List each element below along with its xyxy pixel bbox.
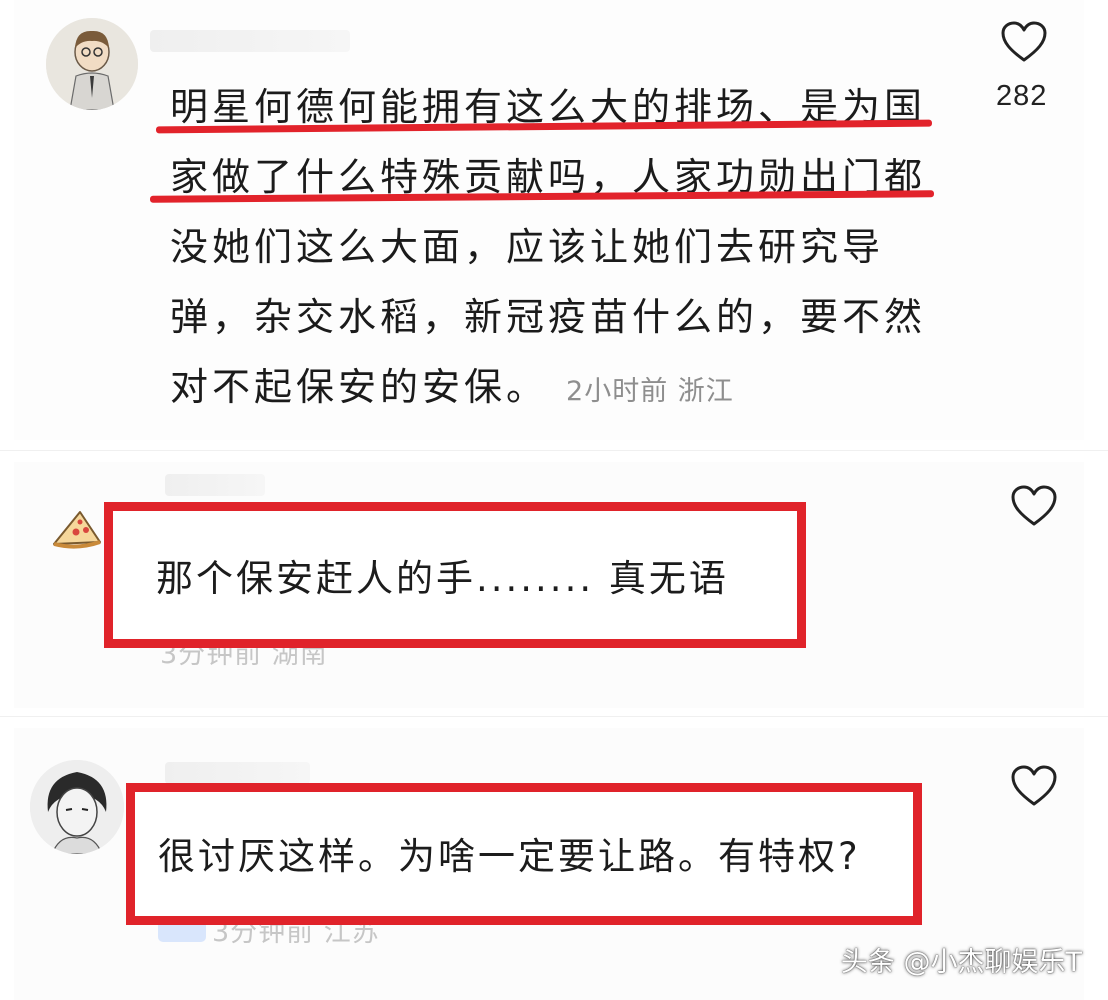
anime-boy-avatar[interactable] — [30, 760, 124, 854]
heart-outline-icon[interactable] — [1010, 484, 1058, 532]
cartoon-boy-avatar[interactable] — [46, 18, 138, 110]
watermark: 头条 @小杰聊娱乐T — [840, 947, 1082, 978]
divider — [0, 450, 1108, 451]
comment-text: 那个保安赶人的手........ 真无语 — [156, 557, 729, 600]
divider — [0, 716, 1108, 717]
heart-outline-icon[interactable] — [1010, 764, 1058, 812]
pizza-avatar[interactable] — [50, 506, 104, 550]
heart-outline-icon[interactable] — [1000, 20, 1048, 68]
username-redacted[interactable] — [150, 30, 350, 52]
like-count: 282 — [996, 80, 1048, 112]
username-redacted[interactable] — [165, 474, 265, 496]
comment-meta: 2小时前 浙江 — [566, 376, 734, 407]
comment-body: 明星何德何能拥有这么大的排场、是为国家做了什么特殊贡献吗，人家功勋出门都没她们这… — [170, 85, 927, 409]
comment-text: 很讨厌这样。为啥一定要让路。有特权? — [158, 835, 861, 878]
username-redacted[interactable] — [165, 762, 310, 784]
